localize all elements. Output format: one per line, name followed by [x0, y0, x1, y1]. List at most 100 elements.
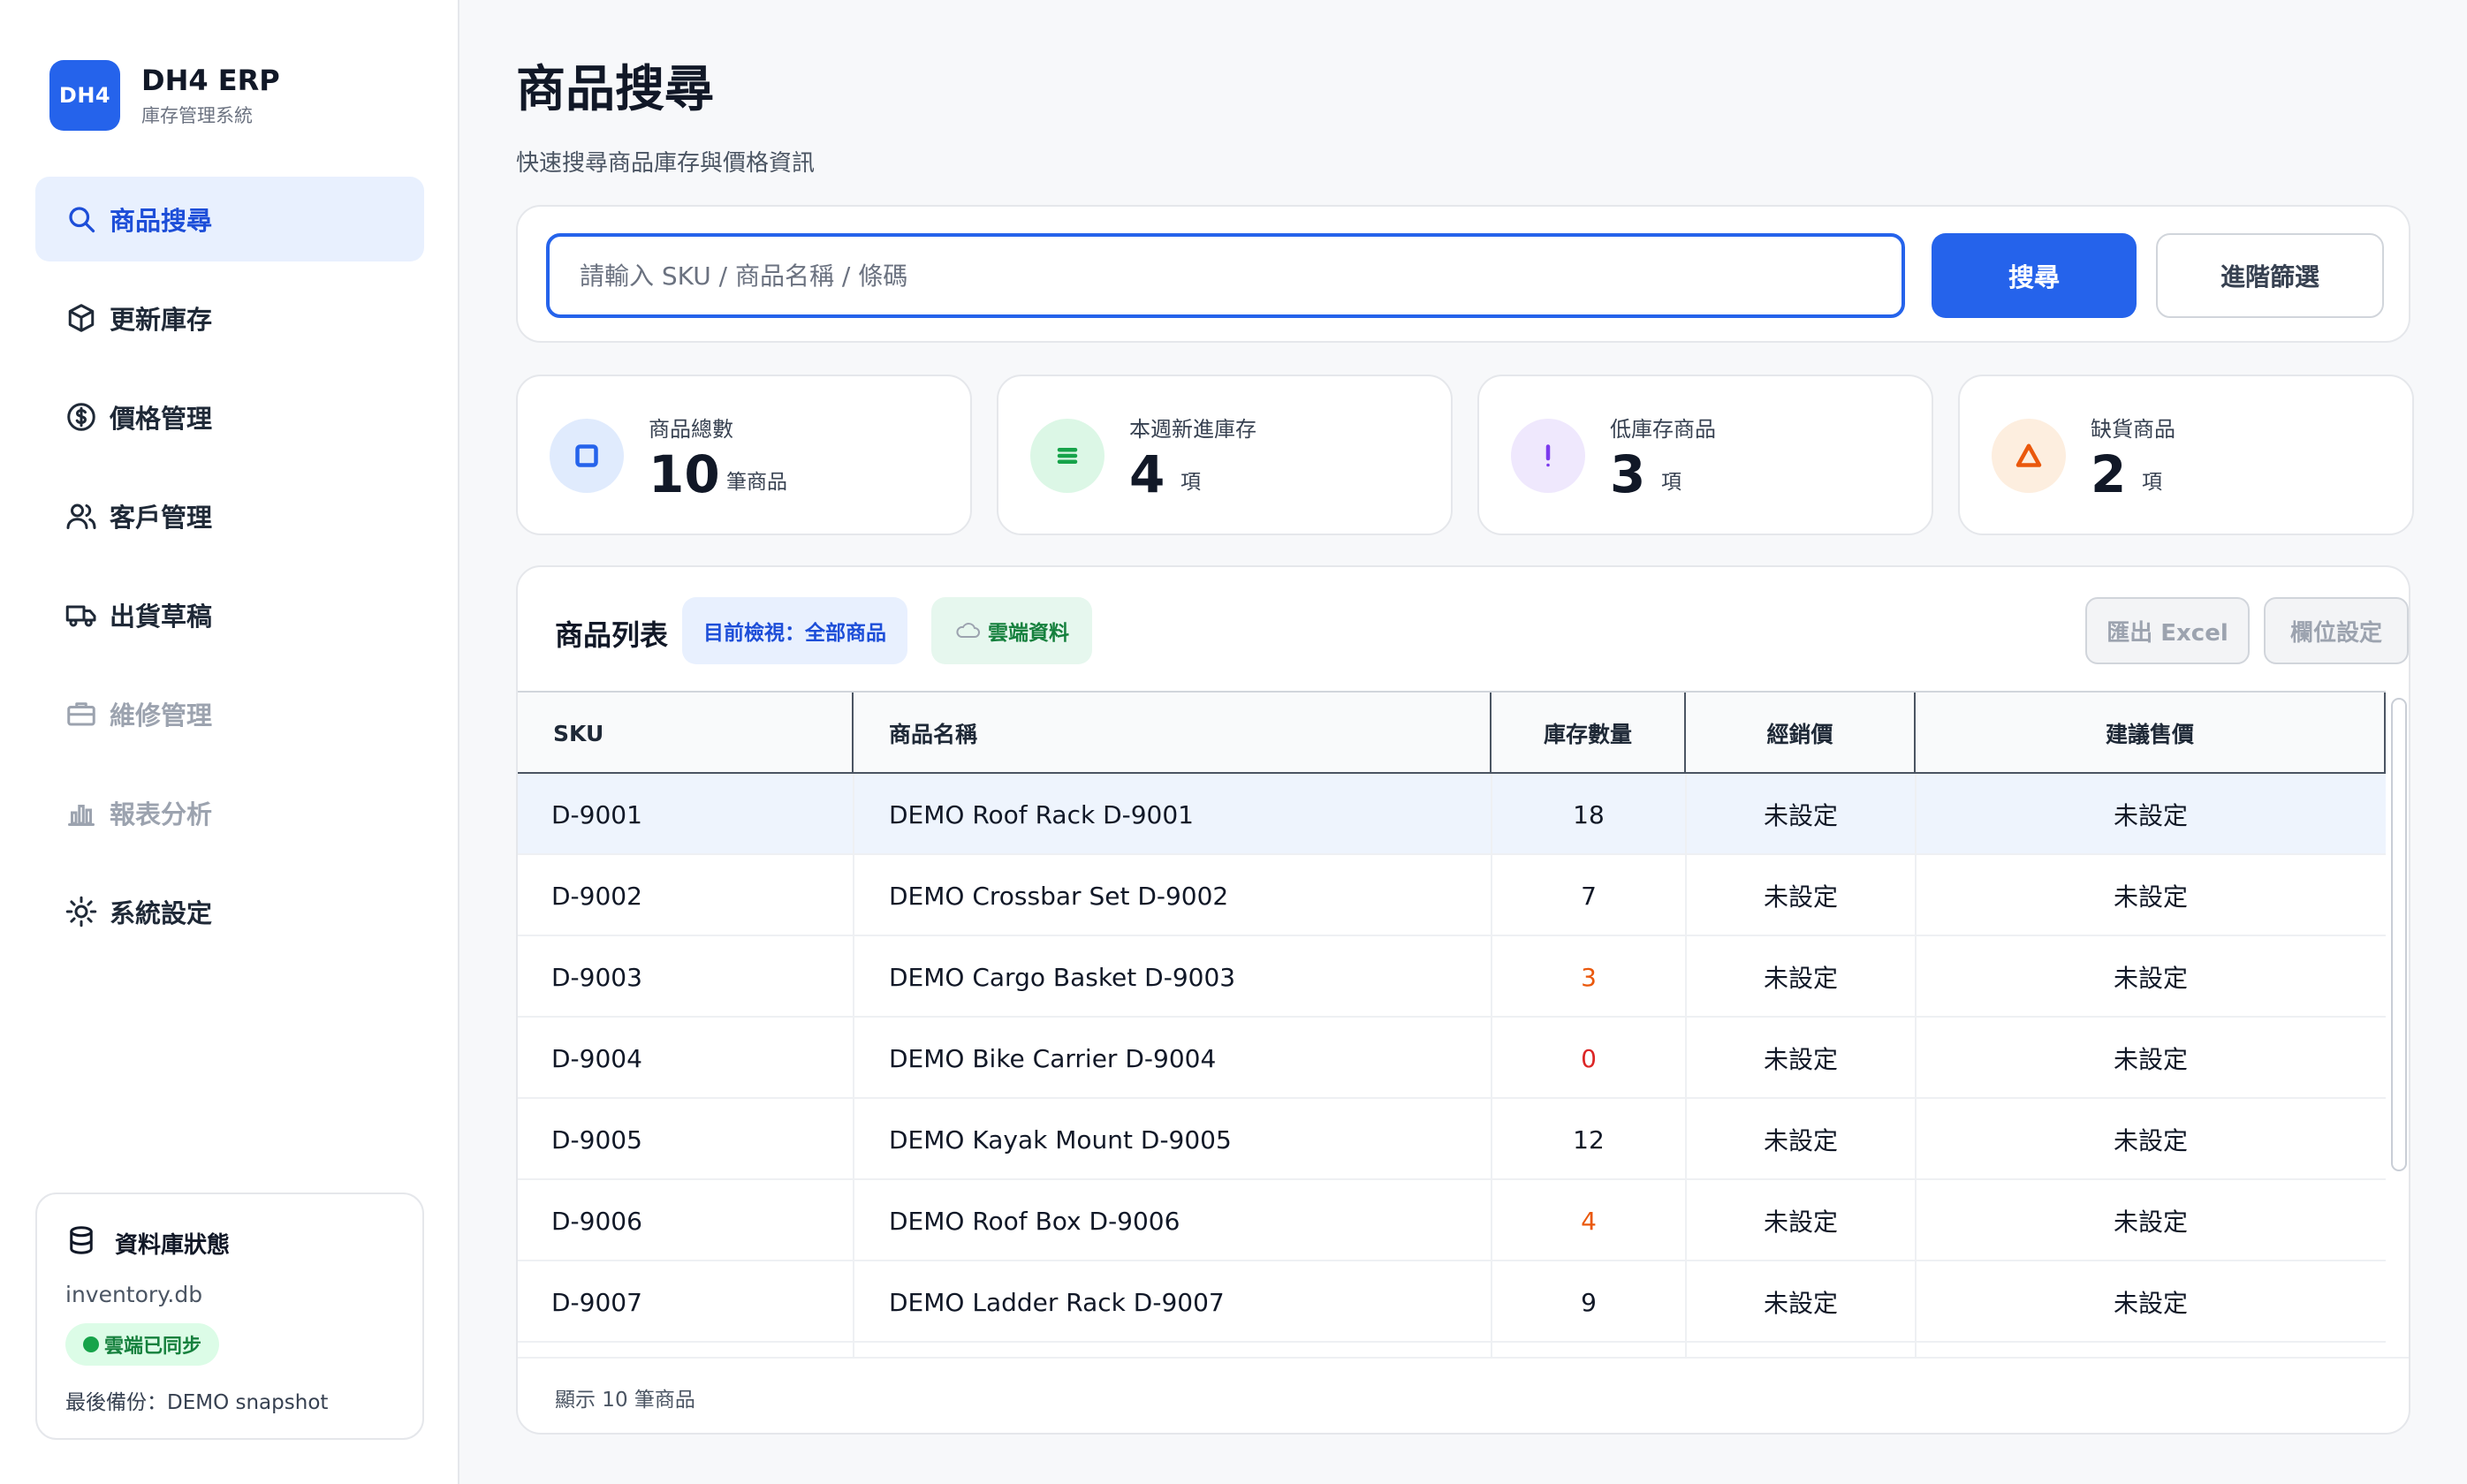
brand-name: DH4 ERP [141, 64, 280, 97]
search-button[interactable]: 搜尋 [1932, 233, 2137, 318]
table-row[interactable]: D-9007 DEMO Ladder Rack D-9007 9 未設定 未設定 [518, 1261, 2386, 1343]
sidebar: DH4 DH4 ERP 庫存管理系統 商品搜尋 更新庫存 價格管理 客戶管理 出… [0, 0, 459, 1484]
export-excel-button[interactable]: 匯出 Excel [2085, 597, 2250, 664]
sidebar-item-update-stock[interactable]: 更新庫存 [35, 276, 424, 360]
cell-dealer-price: 未設定 [1763, 1045, 1838, 1074]
sidebar-item-label: 客戶管理 [110, 503, 213, 533]
brand: DH4 DH4 ERP 庫存管理系統 [49, 60, 280, 131]
current-view-tag[interactable]: 目前檢視：全部商品 [682, 597, 907, 664]
sidebar-item-report-analysis[interactable]: 報表分析 [35, 770, 424, 855]
cell-retail-price: 未設定 [2113, 1289, 2188, 1318]
column-divider [1491, 774, 1492, 1357]
cell-product-name: DEMO Ladder Rack D-9007 [889, 1287, 1225, 1317]
stat-label: 缺貨商品 [2091, 417, 2175, 442]
stat-value: 4 [1129, 444, 1165, 504]
table-title: 商品列表 [555, 618, 669, 652]
table-row[interactable]: D-9003 DEMO Cargo Basket D-9003 3 未設定 未設定 [518, 936, 2386, 1018]
column-header-sku[interactable]: SKU [518, 693, 854, 774]
cell-retail-price: 未設定 [2113, 964, 2188, 993]
cell-dealer-price: 未設定 [1763, 801, 1838, 830]
database-status-card: 資料庫狀態 inventory.db 雲端已同步 最後備份：DEMO snaps… [35, 1192, 424, 1440]
sidebar-item-customer-management[interactable]: 客戶管理 [35, 473, 424, 558]
last-backup-text: 最後備份：DEMO snapshot [65, 1391, 329, 1414]
search-input[interactable] [546, 233, 1905, 318]
cell-retail-price: 未設定 [2113, 801, 2188, 830]
cell-stock-qty: 4 [1581, 1206, 1597, 1236]
column-header-stock-qty[interactable]: 庫存數量 [1492, 693, 1686, 774]
database-status-title: 資料庫狀態 [115, 1232, 231, 1259]
sidebar-item-price-management[interactable]: 價格管理 [35, 375, 424, 459]
stat-value: 10 [649, 444, 720, 504]
cell-product-name: DEMO Bike Carrier D-9004 [889, 1043, 1217, 1073]
sun-gear-icon [64, 894, 99, 929]
cell-stock-qty: 12 [1573, 1124, 1605, 1155]
search-icon [64, 201, 99, 237]
sidebar-item-label: 出貨草稿 [110, 602, 213, 632]
list-icon [1030, 419, 1104, 493]
stat-unit: 項 [2142, 471, 2162, 494]
column-header-name[interactable]: 商品名稱 [854, 693, 1492, 774]
cell-stock-qty: 18 [1573, 799, 1605, 829]
cell-stock-qty: 7 [1581, 881, 1597, 911]
cell-sku: D-9003 [551, 962, 642, 992]
briefcase-icon [64, 696, 99, 731]
warning-triangle-icon [1992, 419, 2066, 493]
table-footer: 顯示 10 筆商品 [518, 1357, 2409, 1433]
advanced-filter-button[interactable]: 進階篩選 [2156, 233, 2384, 318]
table-row[interactable]: D-9004 DEMO Bike Carrier D-9004 0 未設定 未設定 [518, 1018, 2386, 1099]
sidebar-item-system-settings[interactable]: 系統設定 [35, 869, 424, 954]
column-settings-button[interactable]: 欄位設定 [2264, 597, 2409, 664]
sidebar-item-label: 維修管理 [110, 700, 213, 731]
database-file-name: inventory.db [65, 1282, 203, 1307]
stat-card-out-of-stock: 缺貨商品 2 項 [1958, 375, 2414, 535]
cell-sku: D-9007 [551, 1287, 642, 1317]
search-card: 搜尋 進階篩選 [516, 205, 2410, 343]
product-table-card: 商品列表 目前檢視：全部商品 雲端資料 匯出 Excel 欄位設定 SKU 商品… [516, 565, 2410, 1435]
table-header: SKU 商品名稱 庫存數量 經銷價 建議售價 [518, 691, 2386, 774]
cell-dealer-price: 未設定 [1763, 1126, 1838, 1155]
stat-card-new-stock-this-week: 本週新進庫存 4 項 [997, 375, 1453, 535]
sidebar-item-repair-management[interactable]: 維修管理 [35, 671, 424, 756]
dollar-circle-icon [64, 399, 99, 435]
column-header-dealer-price[interactable]: 經銷價 [1686, 693, 1916, 774]
table-body: D-9001 DEMO Roof Rack D-9001 18 未設定 未設定 D-900… [518, 774, 2386, 1357]
page-subtitle: 快速搜尋商品庫存與價格資訊 [516, 150, 816, 177]
table-row[interactable]: D-9006 DEMO Roof Box D-9006 4 未設定 未設定 [518, 1180, 2386, 1261]
sidebar-item-label: 系統設定 [110, 898, 213, 928]
brand-logo: DH4 [49, 60, 120, 131]
cell-product-name: DEMO Kayak Mount D-9005 [889, 1124, 1232, 1155]
sidebar-item-product-search[interactable]: 商品搜尋 [35, 177, 424, 261]
sidebar-item-shipping-draft[interactable]: 出貨草稿 [35, 572, 424, 657]
cell-dealer-price: 未設定 [1763, 964, 1838, 993]
cell-sku: D-9006 [551, 1206, 642, 1236]
stat-label: 本週新進庫存 [1129, 417, 1256, 442]
cell-stock-qty: 9 [1581, 1287, 1597, 1317]
cell-retail-price: 未設定 [2113, 882, 2188, 912]
column-header-retail-price[interactable]: 建議售價 [1916, 693, 2386, 774]
table-scrollbar-thumb[interactable] [2391, 698, 2407, 1171]
column-divider [1685, 774, 1687, 1357]
status-dot-icon [83, 1336, 99, 1352]
cloud-tag-label: 雲端資料 [988, 622, 1069, 645]
table-row[interactable]: D-9002 DEMO Crossbar Set D-9002 7 未設定 未設定 [518, 855, 2386, 936]
stat-unit: 項 [1661, 471, 1681, 494]
cell-product-name: DEMO Roof Box D-9006 [889, 1206, 1180, 1236]
table-row[interactable]: D-9001 DEMO Roof Rack D-9001 18 未設定 未設定 [518, 774, 2386, 855]
stat-card-low-stock: 低庫存商品 3 項 [1477, 375, 1933, 535]
users-icon [64, 498, 99, 534]
cell-product-name: DEMO Cargo Basket D-9003 [889, 962, 1236, 992]
table-row[interactable]: D-9005 DEMO Kayak Mount D-9005 12 未設定 未設定 [518, 1099, 2386, 1180]
cell-sku: D-9001 [551, 799, 642, 829]
column-divider [853, 774, 854, 1357]
cell-dealer-price: 未設定 [1763, 1289, 1838, 1318]
cell-sku: D-9004 [551, 1043, 642, 1073]
cell-dealer-price: 未設定 [1763, 1208, 1838, 1237]
stat-card-total-products: 商品總數 10 筆商品 [516, 375, 972, 535]
cell-retail-price: 未設定 [2113, 1126, 2188, 1155]
stat-unit: 筆商品 [726, 471, 787, 494]
cell-retail-price: 未設定 [2113, 1208, 2188, 1237]
brand-subtitle: 庫存管理系統 [141, 105, 253, 126]
cloud-data-tag[interactable]: 雲端資料 [931, 597, 1092, 664]
stat-value: 2 [2091, 444, 2127, 504]
bar-chart-icon [64, 795, 99, 830]
